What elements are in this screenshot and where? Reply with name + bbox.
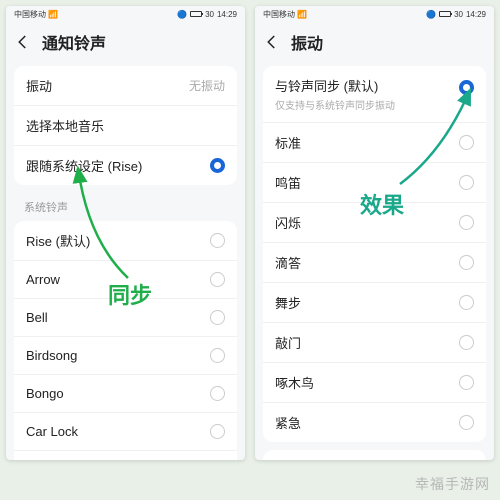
content-scroll: 振动 无振动 选择本地音乐 跟随系统设定 (Rise) 系统铃声 Rise (默… <box>6 62 245 460</box>
vibration-label: 振动 <box>26 76 52 95</box>
ringtone-row[interactable]: Rise (默认) <box>14 221 237 261</box>
pattern-row[interactable]: 紧急 <box>263 403 486 442</box>
phone-left: 中国移动📶 🔵3014:29 通知铃声 振动 无振动 选择本地音乐 跟随系统设定… <box>6 6 245 460</box>
radio-icon <box>459 255 474 270</box>
ringtone-list: Rise (默认) Arrow Bell Birdsong Bongo Car Lock C… <box>14 221 237 460</box>
top-card: 振动 无振动 选择本地音乐 跟随系统设定 (Rise) <box>14 66 237 185</box>
carrier-label: 中国移动 <box>14 9 46 20</box>
watermark: 幸福手游网 <box>415 474 490 494</box>
ringtone-label: Car Lock <box>26 424 78 439</box>
ringtone-label: Bell <box>26 310 48 325</box>
pattern-label: 敲门 <box>275 333 301 352</box>
status-bar: 中国移动📶 🔵3014:29 <box>255 6 494 22</box>
radio-icon <box>459 215 474 230</box>
sync-label: 与铃声同步 (默认) <box>275 76 395 95</box>
pattern-label: 啄木鸟 <box>275 373 314 392</box>
sync-sublabel: 仅支持与系统铃声同步振动 <box>275 97 395 112</box>
pattern-row[interactable]: 舞步 <box>263 283 486 323</box>
radio-selected-icon <box>459 80 474 95</box>
ringtone-label: Birdsong <box>26 348 77 363</box>
section-label: 系统铃声 <box>6 193 245 217</box>
battery-icon <box>439 11 451 17</box>
radio-icon <box>210 272 225 287</box>
ringtone-row[interactable]: Bell <box>14 299 237 337</box>
ringtone-label: Rise (默认) <box>26 231 90 250</box>
radio-icon <box>210 233 225 248</box>
pattern-label: 鸣笛 <box>275 173 301 192</box>
pattern-row[interactable]: 滴答 <box>263 243 486 283</box>
pattern-label: 滴答 <box>275 253 301 272</box>
radio-icon <box>459 415 474 430</box>
pattern-row[interactable]: 鸣笛 <box>263 163 486 203</box>
vibration-value: 无振动 <box>189 77 225 94</box>
radio-icon <box>459 375 474 390</box>
status-bar: 中国移动📶 🔵3014:29 <box>6 6 245 22</box>
ringtone-row[interactable]: Cave <box>14 451 237 460</box>
pattern-row[interactable]: 敲门 <box>263 323 486 363</box>
radio-icon <box>459 135 474 150</box>
back-icon[interactable] <box>263 33 281 51</box>
radio-icon <box>459 295 474 310</box>
none-card: 无振动 <box>263 450 486 460</box>
phone-right: 中国移动📶 🔵3014:29 振动 与铃声同步 (默认) 仅支持与系统铃声同步振… <box>255 6 494 460</box>
battery-pct: 30 <box>454 10 463 19</box>
clock: 14:29 <box>466 10 486 19</box>
header: 通知铃声 <box>6 22 245 62</box>
vibration-row[interactable]: 振动 无振动 <box>14 66 237 106</box>
pattern-row[interactable]: 啄木鸟 <box>263 363 486 403</box>
radio-icon <box>459 335 474 350</box>
ringtone-row[interactable]: Birdsong <box>14 337 237 375</box>
back-icon[interactable] <box>14 33 32 51</box>
ringtone-label: Bongo <box>26 386 64 401</box>
ringtone-row[interactable]: Bongo <box>14 375 237 413</box>
clock: 14:29 <box>217 10 237 19</box>
header: 振动 <box>255 22 494 62</box>
sync-card: 与铃声同步 (默认) 仅支持与系统铃声同步振动 标准鸣笛闪烁滴答舞步敲门啄木鸟紧… <box>263 66 486 442</box>
radio-selected-icon <box>210 158 225 173</box>
content-scroll: 与铃声同步 (默认) 仅支持与系统铃声同步振动 标准鸣笛闪烁滴答舞步敲门啄木鸟紧… <box>255 62 494 460</box>
battery-icon <box>190 11 202 17</box>
pattern-row[interactable]: 闪烁 <box>263 203 486 243</box>
local-music-label: 选择本地音乐 <box>26 116 104 135</box>
local-music-row[interactable]: 选择本地音乐 <box>14 106 237 146</box>
ringtone-label: Arrow <box>26 272 60 287</box>
radio-icon <box>210 424 225 439</box>
page-title: 振动 <box>291 30 323 54</box>
battery-pct: 30 <box>205 10 214 19</box>
follow-system-row[interactable]: 跟随系统设定 (Rise) <box>14 146 237 185</box>
carrier-label: 中国移动 <box>263 9 295 20</box>
ringtone-row[interactable]: Car Lock <box>14 413 237 451</box>
pattern-label: 紧急 <box>275 413 301 432</box>
ringtone-row[interactable]: Arrow <box>14 261 237 299</box>
no-vibration-row[interactable]: 无振动 <box>263 450 486 460</box>
sync-row[interactable]: 与铃声同步 (默认) 仅支持与系统铃声同步振动 <box>263 66 486 123</box>
radio-icon <box>210 348 225 363</box>
page-title: 通知铃声 <box>42 30 106 54</box>
pattern-row[interactable]: 标准 <box>263 123 486 163</box>
pattern-label: 舞步 <box>275 293 301 312</box>
radio-icon <box>210 386 225 401</box>
screenshot-stage: 中国移动📶 🔵3014:29 通知铃声 振动 无振动 选择本地音乐 跟随系统设定… <box>0 0 500 500</box>
follow-system-label: 跟随系统设定 (Rise) <box>26 156 142 175</box>
pattern-label: 闪烁 <box>275 213 301 232</box>
pattern-label: 标准 <box>275 133 301 152</box>
radio-icon <box>210 310 225 325</box>
radio-icon <box>459 175 474 190</box>
